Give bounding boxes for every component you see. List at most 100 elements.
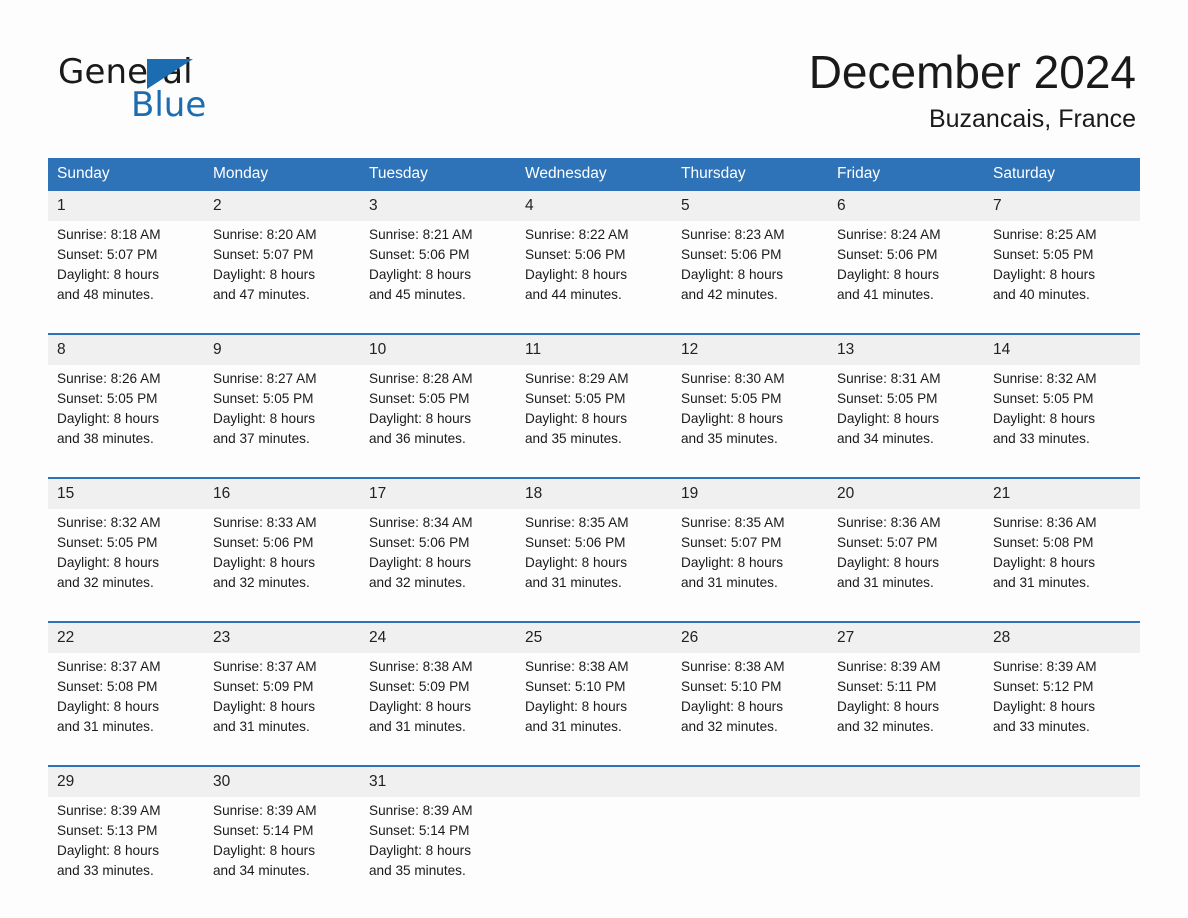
daylight-text-line1: Daylight: 8 hours [57, 843, 160, 858]
day-cell-detail: Sunrise: 8:24 AM Sunset: 5:06 PM Dayligh… [828, 221, 984, 334]
sunset-text: Sunset: 5:10 PM [525, 679, 626, 694]
daylight-text-line2: and 33 minutes. [57, 863, 154, 878]
sunrise-text: Sunrise: 8:28 AM [369, 371, 473, 386]
sunrise-text: Sunrise: 8:21 AM [369, 227, 473, 242]
day-number[interactable]: 28 [984, 621, 1140, 653]
day-number[interactable]: 8 [48, 333, 204, 365]
sunrise-text: Sunrise: 8:39 AM [213, 803, 317, 818]
day-number[interactable]: 19 [672, 477, 828, 509]
daylight-text-line1: Daylight: 8 hours [525, 411, 628, 426]
page-title: December 2024 [808, 46, 1136, 98]
daylight-text-line1: Daylight: 8 hours [213, 699, 316, 714]
day-number[interactable]: 23 [204, 621, 360, 653]
daylight-text-line2: and 31 minutes. [993, 575, 1090, 590]
day-number[interactable]: 29 [48, 765, 204, 797]
daylight-text-line2: and 31 minutes. [525, 575, 622, 590]
day-number[interactable]: 31 [360, 765, 516, 797]
weekday-header-saturday: Saturday [984, 158, 1140, 191]
daylight-text-line2: and 31 minutes. [369, 719, 466, 734]
day-number[interactable]: 25 [516, 621, 672, 653]
daylight-text-line2: and 47 minutes. [213, 287, 310, 302]
sunrise-text: Sunrise: 8:33 AM [213, 515, 317, 530]
day-number[interactable]: 13 [828, 333, 984, 365]
daylight-text-line1: Daylight: 8 hours [681, 411, 784, 426]
sunset-text: Sunset: 5:05 PM [369, 391, 470, 406]
daylight-text-line1: Daylight: 8 hours [681, 699, 784, 714]
day-number[interactable]: 14 [984, 333, 1140, 365]
daylight-text-line2: and 31 minutes. [525, 719, 622, 734]
day-number[interactable]: 18 [516, 477, 672, 509]
calendar-body: 1 2 3 4 5 6 7 Sunrise: 8:18 AM Sunset: 5… [48, 191, 1140, 909]
sunset-text: Sunset: 5:07 PM [213, 247, 314, 262]
day-number[interactable]: 15 [48, 477, 204, 509]
sunrise-text: Sunrise: 8:38 AM [369, 659, 473, 674]
day-number[interactable]: 10 [360, 333, 516, 365]
day-number[interactable]: 1 [48, 191, 204, 221]
day-number[interactable]: 5 [672, 191, 828, 221]
weekday-header-row: Sunday Monday Tuesday Wednesday Thursday… [48, 158, 1140, 191]
daylight-text-line1: Daylight: 8 hours [369, 411, 472, 426]
daylight-text-line1: Daylight: 8 hours [993, 267, 1096, 282]
day-number[interactable]: 17 [360, 477, 516, 509]
daylight-text-line1: Daylight: 8 hours [369, 843, 472, 858]
day-number[interactable]: 7 [984, 191, 1140, 221]
day-cell-detail: Sunrise: 8:31 AM Sunset: 5:05 PM Dayligh… [828, 365, 984, 478]
daylight-text-line2: and 33 minutes. [993, 719, 1090, 734]
day-number[interactable]: 27 [828, 621, 984, 653]
sunset-text: Sunset: 5:10 PM [681, 679, 782, 694]
sunrise-text: Sunrise: 8:24 AM [837, 227, 941, 242]
day-number[interactable]: 26 [672, 621, 828, 653]
sunrise-text: Sunrise: 8:36 AM [837, 515, 941, 530]
sunrise-text: Sunrise: 8:22 AM [525, 227, 629, 242]
sunrise-text: Sunrise: 8:36 AM [993, 515, 1097, 530]
sunset-text: Sunset: 5:08 PM [993, 535, 1094, 550]
day-number[interactable]: 24 [360, 621, 516, 653]
day-number[interactable]: 3 [360, 191, 516, 221]
daylight-text-line1: Daylight: 8 hours [213, 555, 316, 570]
sunset-text: Sunset: 5:07 PM [57, 247, 158, 262]
day-cell-detail: Sunrise: 8:30 AM Sunset: 5:05 PM Dayligh… [672, 365, 828, 478]
day-number[interactable]: 21 [984, 477, 1140, 509]
day-number[interactable]: 9 [204, 333, 360, 365]
daylight-text-line2: and 45 minutes. [369, 287, 466, 302]
day-number[interactable]: 30 [204, 765, 360, 797]
day-cell-detail: Sunrise: 8:36 AM Sunset: 5:08 PM Dayligh… [984, 509, 1140, 622]
day-number[interactable]: 20 [828, 477, 984, 509]
daylight-text-line1: Daylight: 8 hours [57, 267, 160, 282]
day-cell-detail: Sunrise: 8:35 AM Sunset: 5:06 PM Dayligh… [516, 509, 672, 622]
day-cell-detail: Sunrise: 8:26 AM Sunset: 5:05 PM Dayligh… [48, 365, 204, 478]
sunrise-text: Sunrise: 8:35 AM [525, 515, 629, 530]
day-cell-detail-empty [672, 797, 828, 909]
day-cell-detail: Sunrise: 8:35 AM Sunset: 5:07 PM Dayligh… [672, 509, 828, 622]
sunset-text: Sunset: 5:06 PM [213, 535, 314, 550]
sunset-text: Sunset: 5:09 PM [213, 679, 314, 694]
day-number[interactable]: 16 [204, 477, 360, 509]
day-cell-detail-empty [828, 797, 984, 909]
week-row: 8 9 10 11 12 13 14 [48, 333, 1140, 365]
daylight-text-line2: and 32 minutes. [369, 575, 466, 590]
daylight-text-line2: and 44 minutes. [525, 287, 622, 302]
sunset-text: Sunset: 5:05 PM [681, 391, 782, 406]
day-number[interactable]: 12 [672, 333, 828, 365]
daylight-text-line1: Daylight: 8 hours [837, 411, 940, 426]
daylight-text-line2: and 48 minutes. [57, 287, 154, 302]
day-cell-detail: Sunrise: 8:25 AM Sunset: 5:05 PM Dayligh… [984, 221, 1140, 334]
sunrise-text: Sunrise: 8:39 AM [993, 659, 1097, 674]
day-number[interactable]: 6 [828, 191, 984, 221]
day-number[interactable]: 11 [516, 333, 672, 365]
sunrise-text: Sunrise: 8:25 AM [993, 227, 1097, 242]
sunrise-text: Sunrise: 8:38 AM [525, 659, 629, 674]
sunrise-text: Sunrise: 8:39 AM [369, 803, 473, 818]
sunrise-text: Sunrise: 8:35 AM [681, 515, 785, 530]
day-number[interactable]: 2 [204, 191, 360, 221]
daylight-text-line1: Daylight: 8 hours [213, 843, 316, 858]
weekday-header-thursday: Thursday [672, 158, 828, 191]
week-detail-row: Sunrise: 8:18 AM Sunset: 5:07 PM Dayligh… [48, 221, 1140, 334]
daylight-text-line1: Daylight: 8 hours [993, 411, 1096, 426]
daylight-text-line1: Daylight: 8 hours [837, 267, 940, 282]
day-number[interactable]: 4 [516, 191, 672, 221]
day-number[interactable]: 22 [48, 621, 204, 653]
day-cell-detail: Sunrise: 8:39 AM Sunset: 5:14 PM Dayligh… [360, 797, 516, 909]
daylight-text-line2: and 34 minutes. [837, 431, 934, 446]
sunset-text: Sunset: 5:05 PM [213, 391, 314, 406]
